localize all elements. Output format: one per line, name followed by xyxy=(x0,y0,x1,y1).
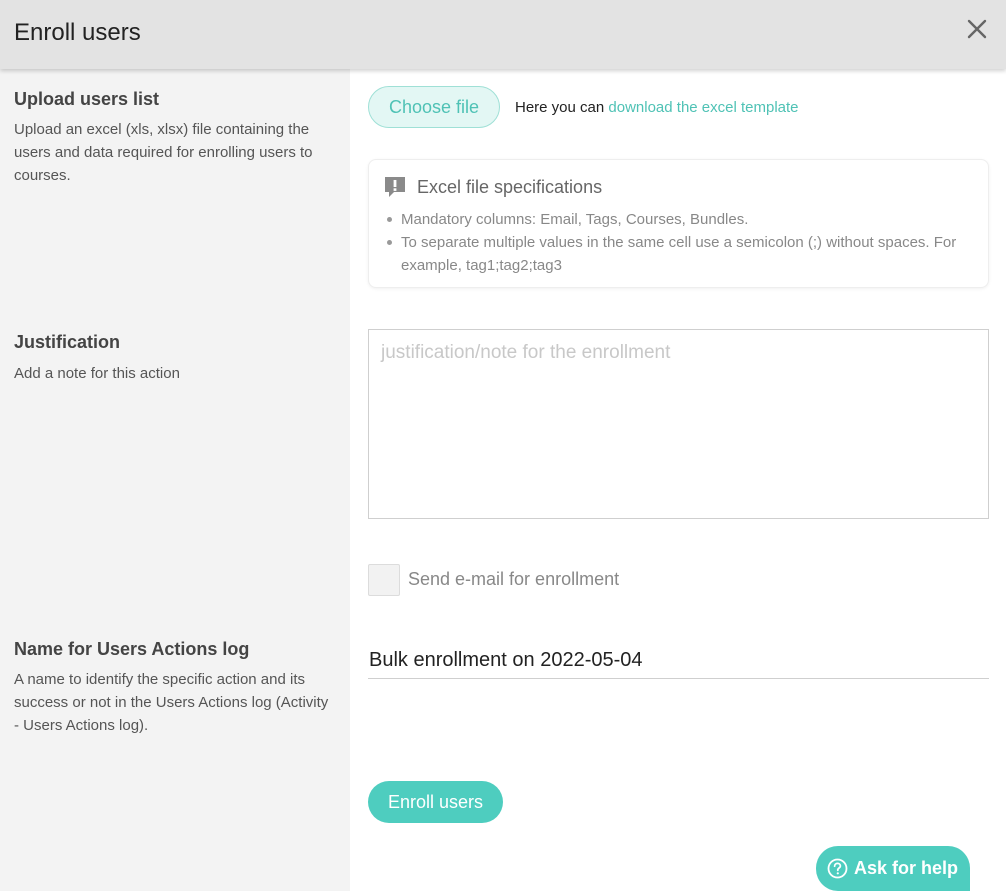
choose-file-button[interactable]: Choose file xyxy=(368,86,500,128)
spec-title: Excel file specifications xyxy=(417,177,603,197)
exclamation-icon xyxy=(383,175,407,199)
question-circle-icon xyxy=(827,858,848,879)
modal-title: Enroll users xyxy=(14,19,141,46)
justification-section-title: Justification xyxy=(14,332,121,352)
log-section-description: A name to identify the specific action a… xyxy=(14,671,329,734)
download-template-link[interactable]: download the excel template xyxy=(608,99,798,116)
spec-list: Mandatory columns: Email, Tags, Courses,… xyxy=(387,208,981,277)
ask-for-help-label: Ask for help xyxy=(854,858,959,878)
justification-textarea[interactable] xyxy=(368,329,989,519)
spec-item: To separate multiple values in the same … xyxy=(387,231,981,277)
send-email-checkbox[interactable] xyxy=(368,564,400,596)
upload-section-title: Upload users list xyxy=(14,89,160,109)
modal-header: Enroll users xyxy=(0,0,1006,69)
download-hint: Here you can download the excel template xyxy=(515,99,799,116)
log-section-title: Name for Users Actions log xyxy=(14,639,250,659)
upload-section-description: Upload an excel (xls, xlsx) file contain… xyxy=(14,121,313,184)
log-name-input[interactable] xyxy=(368,642,989,679)
download-prefix: Here you can xyxy=(515,99,605,116)
left-panel xyxy=(0,69,350,891)
close-icon[interactable] xyxy=(966,18,988,40)
ask-for-help-button[interactable]: Ask for help xyxy=(816,846,970,891)
justification-section-description: Add a note for this action xyxy=(14,365,180,382)
send-email-label: Send e-mail for enrollment xyxy=(408,569,620,589)
excel-spec-box: Excel file specifications Mandatory colu… xyxy=(368,159,989,288)
enroll-users-button[interactable]: Enroll users xyxy=(368,781,503,823)
spec-item: Mandatory columns: Email, Tags, Courses,… xyxy=(387,208,981,231)
